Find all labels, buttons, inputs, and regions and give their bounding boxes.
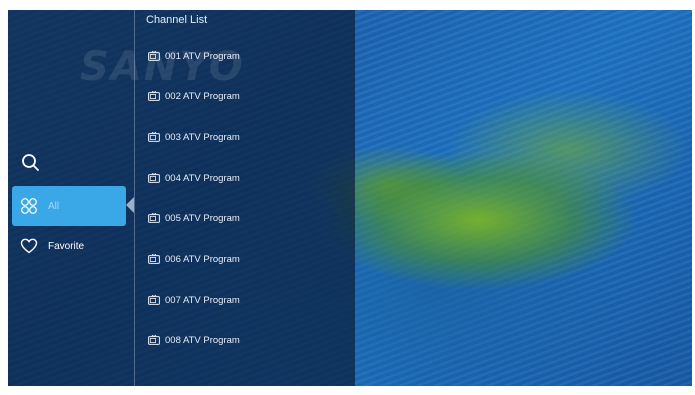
channel-label: 001 ATV Program — [165, 50, 240, 62]
channel-label: 004 ATV Program — [165, 172, 240, 184]
tv-icon — [148, 295, 160, 305]
channel-item[interactable]: 005 ATV Program — [148, 208, 240, 228]
channel-label: 002 ATV Program — [165, 90, 240, 102]
channel-label: 006 ATV Program — [165, 253, 240, 265]
search-icon — [22, 154, 39, 171]
search-button[interactable] — [20, 152, 42, 174]
category-menu: All Favorite — [8, 10, 134, 386]
channel-label: 005 ATV Program — [165, 212, 240, 224]
menu-item-favorite[interactable]: Favorite — [12, 226, 126, 266]
menu-item-label: Favorite — [48, 240, 85, 252]
tv-icon — [148, 91, 160, 101]
channel-label: 003 ATV Program — [165, 131, 240, 143]
channel-item[interactable]: 008 ATV Program — [148, 330, 240, 350]
channel-item[interactable]: 002 ATV Program — [148, 86, 240, 106]
channel-item[interactable]: 007 ATV Program — [148, 290, 240, 310]
menu-item-all[interactable]: All — [12, 186, 126, 226]
tv-icon — [148, 254, 160, 264]
tv-screen: SANYO All Favorite Channel List 001 ATV … — [8, 10, 692, 386]
channel-label: 008 ATV Program — [165, 334, 240, 346]
channel-item[interactable]: 006 ATV Program — [148, 249, 240, 269]
tv-icon — [148, 213, 160, 223]
tv-icon — [148, 335, 160, 345]
channel-list-panel: Channel List 001 ATV Program 002 ATV Pro… — [135, 10, 355, 386]
menu-item-label: All — [48, 200, 60, 212]
tv-icon — [148, 173, 160, 183]
channel-list-title: Channel List — [146, 14, 208, 26]
channel-item[interactable]: 003 ATV Program — [148, 127, 240, 147]
active-pointer — [126, 197, 134, 213]
channel-item[interactable]: 004 ATV Program — [148, 168, 240, 188]
tv-icon — [148, 132, 160, 142]
menu-overlay: SANYO All Favorite Channel List 001 ATV … — [8, 10, 355, 386]
channel-item[interactable]: 001 ATV Program — [148, 46, 240, 66]
channel-label: 007 ATV Program — [165, 294, 240, 306]
tv-icon — [148, 51, 160, 61]
heart-icon — [20, 237, 38, 255]
all-apps-icon — [20, 197, 38, 215]
